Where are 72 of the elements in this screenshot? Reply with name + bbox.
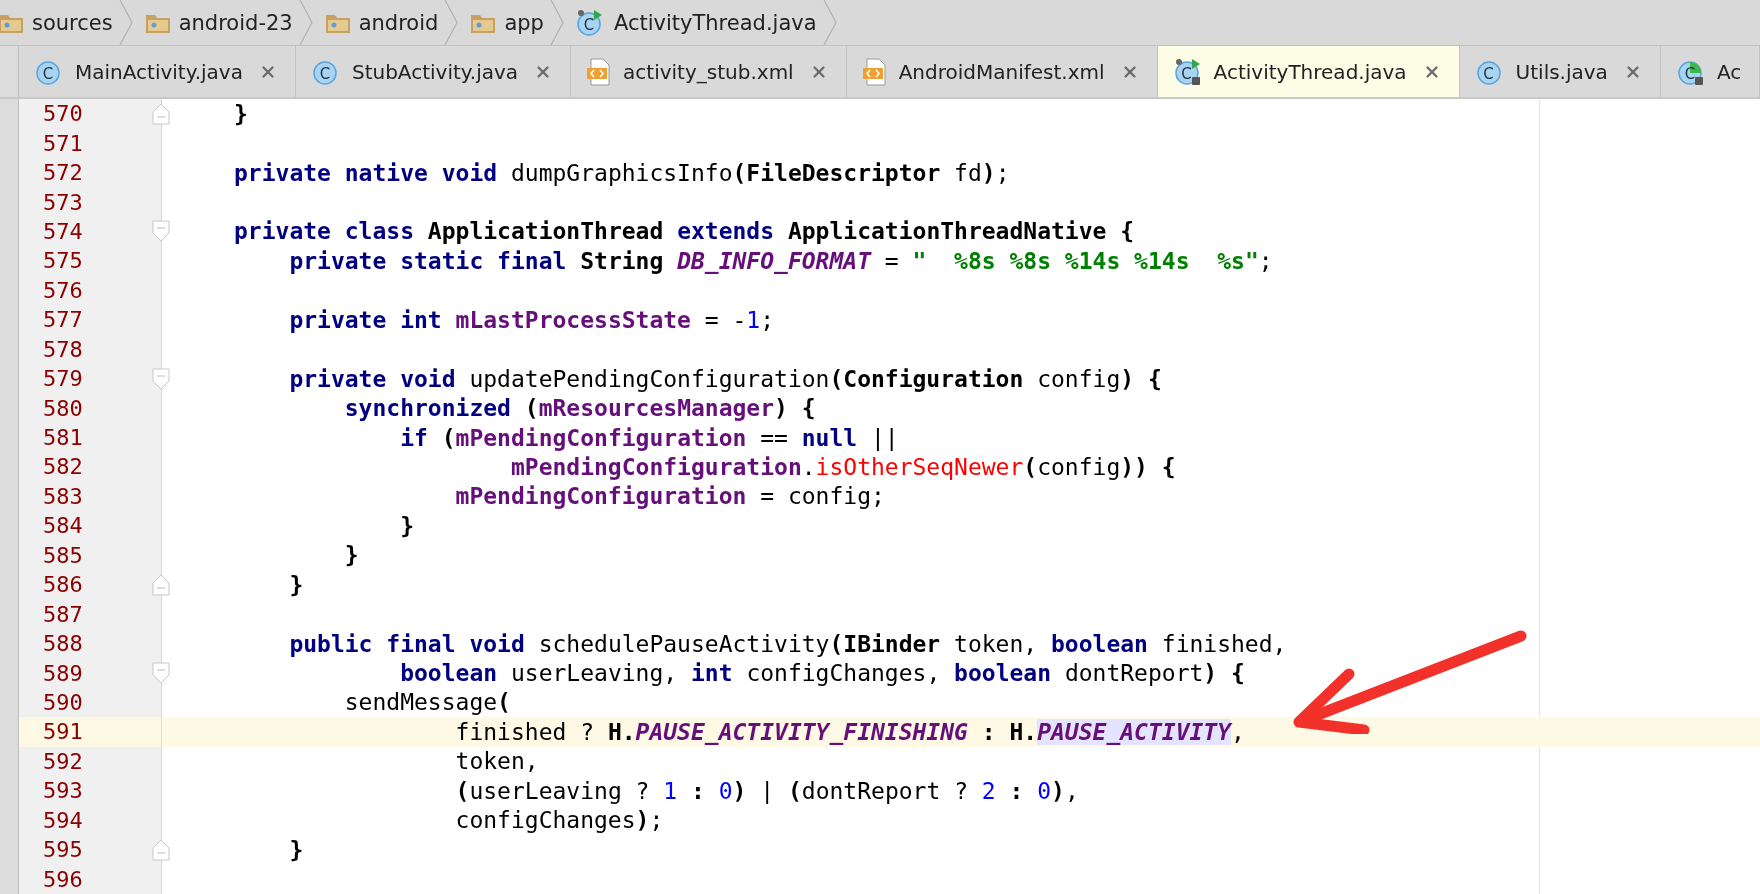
line-number: 585: [42, 542, 83, 568]
editor-tab[interactable]: C Ac: [1660, 46, 1760, 97]
line-number: 581: [42, 425, 83, 451]
fold-marker-icon[interactable]: [152, 102, 170, 125]
breadcrumb-item[interactable]: C ActivityThread.java: [563, 0, 823, 45]
line-number: 594: [42, 807, 83, 833]
line-number: 593: [42, 778, 83, 804]
line-number: 590: [42, 689, 83, 715]
editor-tab[interactable]: C MainActivity.java: [19, 46, 296, 97]
chevron-separator-icon: [549, 0, 564, 45]
chevron-separator-icon: [298, 0, 313, 45]
code-line: boolean userLeaving, int configChanges, boolean dontReport) {: [399, 660, 1245, 687]
line-number: 573: [42, 189, 83, 215]
line-number: 595: [42, 837, 83, 863]
code-line: }: [234, 100, 248, 127]
line-number: 589: [42, 660, 83, 686]
code-line: private static final String DB_INFO_FORMAT = " %8s %8s %14s %14s %s";: [288, 247, 1273, 274]
editor-tab[interactable]: C ActivityThread.java: [1157, 46, 1460, 97]
code-line: }: [343, 542, 359, 569]
line-number: 574: [42, 218, 83, 244]
line-number: 579: [42, 366, 83, 392]
line-number: 586: [42, 572, 83, 598]
code-line: finished ? H.PAUSE_ACTIVITY_FINISHING : H.PAUSE_ACTIVITY,: [454, 718, 1245, 745]
breadcrumb-item[interactable]: sources: [0, 0, 119, 45]
fold-marker-icon[interactable]: [152, 367, 170, 390]
editor-tab[interactable]: C StubActivity.java: [295, 46, 572, 97]
line-number: 576: [42, 277, 83, 303]
line-number: 587: [42, 601, 83, 627]
line-number: 580: [42, 395, 83, 421]
code-line: if (mPendingConfiguration == null ||: [399, 424, 899, 451]
breadcrumb-item[interactable]: app: [458, 0, 550, 45]
editor-tab[interactable]: activity_stub.xml: [571, 46, 847, 97]
line-number: 571: [42, 130, 83, 156]
chevron-separator-icon: [822, 0, 837, 45]
code-line: synchronized (mResourcesManager) {: [343, 395, 816, 422]
code-line: mPendingConfiguration.isOtherSeqNewer(config)) {: [509, 453, 1176, 480]
code-line: private class ApplicationThread extends ApplicationThreadNative {: [234, 218, 1135, 245]
code-line: sendMessage(: [343, 689, 511, 716]
code-line: (userLeaving ? 1 : 0) | (dontReport ? 2 : 0),: [454, 777, 1079, 804]
line-number: 577: [42, 307, 83, 333]
code-line: private native void dumpGraphicsInfo(FileDescriptor fd);: [234, 159, 1010, 186]
line-number: 570: [42, 101, 83, 127]
code-line: private int mLastProcessState = -1;: [288, 306, 775, 333]
code-line: configChanges);: [454, 807, 664, 834]
code-line: public final void schedulePauseActivity(IBinder token, boolean finished,: [288, 630, 1287, 657]
breadcrumb-item[interactable]: android: [312, 0, 445, 45]
line-number: 584: [42, 513, 83, 539]
line-number: 575: [42, 248, 83, 274]
line-number: 583: [42, 483, 83, 509]
breadcrumb-item[interactable]: android-23: [132, 0, 299, 45]
chevron-separator-icon: [118, 0, 133, 45]
line-number: 578: [42, 336, 83, 362]
editor-tab[interactable]: AndroidManifest.xml: [846, 46, 1158, 97]
line-number: 591: [42, 719, 83, 745]
fold-marker-icon[interactable]: [152, 573, 170, 596]
code-line: }: [288, 836, 304, 863]
code-line: mPendingConfiguration = config;: [454, 483, 885, 510]
code-line: }: [399, 512, 414, 539]
fold-marker-icon[interactable]: [152, 838, 170, 861]
chevron-separator-icon: [444, 0, 459, 45]
fold-marker-icon[interactable]: [152, 220, 170, 243]
line-number: 596: [42, 866, 83, 892]
line-number: 588: [42, 631, 83, 657]
code-line: }: [288, 571, 304, 598]
code-line: token,: [454, 748, 539, 775]
line-number: 592: [42, 748, 83, 774]
fold-marker-icon[interactable]: [152, 662, 170, 685]
line-number: 572: [42, 160, 83, 186]
xml-file-icon: [862, 57, 889, 86]
editor-tab[interactable]: C Utils.java: [1459, 46, 1661, 97]
code-line: private void updatePendingConfiguration(Configuration config) {: [288, 365, 1162, 392]
line-number: 582: [42, 454, 83, 480]
